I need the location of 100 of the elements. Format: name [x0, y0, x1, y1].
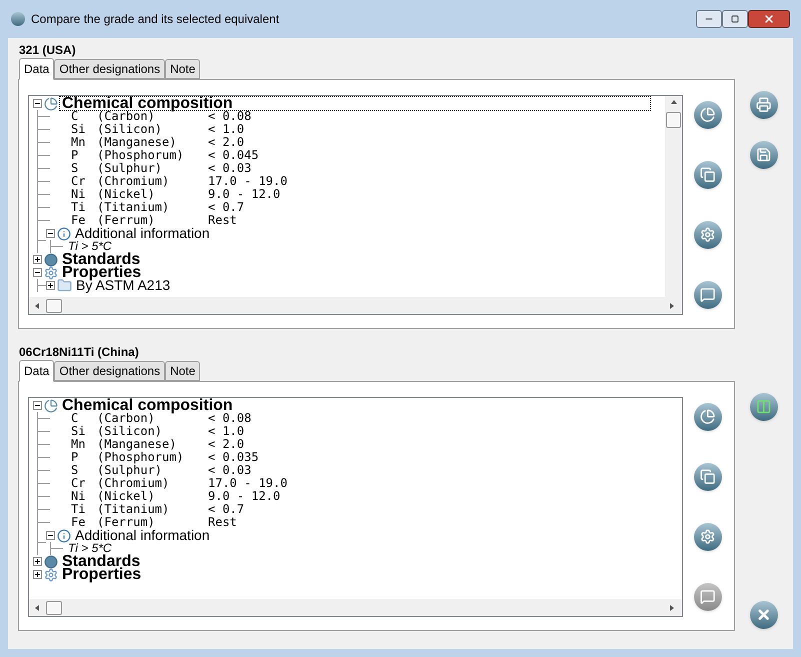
- element-symbol: P: [71, 149, 80, 162]
- element-symbol: Fe: [71, 516, 86, 529]
- note-text: Ti > 5*C: [68, 542, 112, 555]
- element-value: < 2.0: [208, 438, 244, 451]
- info-icon: [57, 226, 71, 240]
- element-symbol: C: [71, 412, 80, 425]
- element-symbol: Ti: [71, 201, 86, 214]
- element-value: < 1.0: [208, 425, 244, 438]
- maximize-button[interactable]: [722, 10, 748, 28]
- element-name: (Sulphur): [97, 464, 162, 477]
- element-symbol: C: [71, 110, 80, 123]
- tree-node-label[interactable]: Properties: [60, 266, 142, 279]
- collapse-toggle[interactable]: [33, 99, 42, 108]
- tab[interactable]: Note: [165, 361, 200, 381]
- element-symbol: Fe: [71, 214, 86, 227]
- element-name: (Phosphorum): [97, 451, 185, 464]
- copy-button[interactable]: [694, 463, 722, 491]
- compare-button[interactable]: [750, 393, 778, 421]
- tree-node-label[interactable]: Standards: [60, 253, 140, 266]
- element-symbol: Ti: [71, 503, 86, 516]
- element-symbol: Cr: [71, 175, 86, 188]
- pie-chart-icon: [44, 96, 58, 110]
- grade-title: 321 (USA): [18, 42, 77, 57]
- expand-toggle[interactable]: [46, 281, 55, 290]
- close-button[interactable]: [750, 601, 778, 629]
- element-value: 9.0 - 12.0: [208, 188, 280, 201]
- horizontal-scrollbar[interactable]: [29, 599, 682, 616]
- info-icon: [57, 528, 71, 542]
- pie-chart-button[interactable]: [694, 101, 722, 129]
- element-symbol: P: [71, 451, 80, 464]
- chart-icon: [700, 107, 716, 123]
- element-symbol: Ni: [71, 490, 86, 503]
- element-value: < 0.08: [208, 412, 252, 425]
- tree-node-label[interactable]: By ASTM A213: [74, 279, 170, 292]
- collapse-toggle[interactable]: [46, 531, 55, 540]
- comment-button[interactable]: [694, 281, 722, 309]
- element-value: < 0.045: [208, 149, 259, 162]
- element-name: (Ferrum): [97, 214, 156, 227]
- element-name: (Carbon): [97, 110, 155, 123]
- element-symbol: Mn: [71, 438, 86, 451]
- element-value: < 0.08: [208, 110, 252, 123]
- gear-icon: [44, 266, 58, 280]
- settings-button[interactable]: [694, 523, 722, 551]
- collapse-toggle[interactable]: [46, 229, 55, 238]
- note-text: Ti > 5*C: [68, 240, 112, 253]
- tab[interactable]: Note: [165, 59, 200, 79]
- expand-toggle[interactable]: [33, 557, 42, 566]
- app-icon: [11, 12, 25, 26]
- element-symbol: S: [71, 464, 80, 477]
- close-icon: [756, 607, 772, 623]
- copy-button[interactable]: [694, 161, 722, 189]
- element-value: < 0.03: [208, 464, 252, 477]
- collapse-toggle[interactable]: [33, 401, 42, 410]
- element-name: (Silicon): [97, 123, 164, 136]
- element-value: 9.0 - 12.0: [208, 490, 280, 503]
- collapse-toggle[interactable]: [33, 268, 42, 277]
- element-name: (Sulphur): [97, 162, 162, 175]
- tree-node-label[interactable]: Chemical composition: [60, 399, 233, 412]
- element-symbol: S: [71, 162, 80, 175]
- element-name: (Chromium): [97, 175, 170, 188]
- element-value: < 0.7: [208, 503, 244, 516]
- comment-icon: [700, 589, 716, 605]
- grade-title: 06Cr18Ni11Ti (China): [18, 344, 140, 359]
- expand-toggle[interactable]: [33, 255, 42, 264]
- settings-icon: [700, 227, 716, 243]
- circle-icon: [44, 554, 58, 568]
- tree-node-label[interactable]: Chemical composition: [60, 97, 650, 110]
- circle-icon: [44, 252, 58, 266]
- horizontal-scrollbar[interactable]: [29, 297, 682, 314]
- tree-node-label[interactable]: Properties: [60, 568, 142, 581]
- element-name: (Titanium): [97, 503, 170, 516]
- settings-button[interactable]: [694, 221, 722, 249]
- chart-icon: [700, 409, 716, 425]
- tab[interactable]: Data: [19, 58, 54, 80]
- tab[interactable]: Other designations: [54, 361, 166, 381]
- print-icon: [756, 97, 772, 113]
- tree-node-label[interactable]: Additional information: [73, 529, 210, 542]
- element-symbol: Ni: [71, 188, 86, 201]
- expand-toggle[interactable]: [33, 570, 42, 579]
- tree-node-label[interactable]: Standards: [60, 555, 140, 568]
- element-value: 17.0 - 19.0: [208, 477, 288, 490]
- copy-icon: [700, 167, 716, 183]
- element-name: (Nickel): [97, 188, 156, 201]
- copy-icon: [700, 469, 716, 485]
- print-button[interactable]: [750, 91, 778, 119]
- element-name: (Manganese): [97, 438, 176, 451]
- element-symbol: Mn: [71, 136, 86, 149]
- element-value: Rest: [208, 214, 237, 227]
- maximize-icon: [731, 15, 739, 23]
- tab[interactable]: Data: [19, 360, 54, 382]
- tab[interactable]: Other designations: [54, 59, 166, 79]
- save-button[interactable]: [750, 141, 778, 169]
- element-value: < 0.7: [208, 201, 244, 214]
- close-icon: [763, 13, 775, 25]
- pie-chart-button[interactable]: [694, 403, 722, 431]
- comment-icon: [700, 287, 716, 303]
- window-close-button[interactable]: [748, 10, 790, 28]
- vertical-scrollbar[interactable]: [665, 96, 682, 297]
- tree-node-label[interactable]: Additional information: [73, 227, 210, 240]
- pie-chart-icon: [44, 398, 58, 412]
